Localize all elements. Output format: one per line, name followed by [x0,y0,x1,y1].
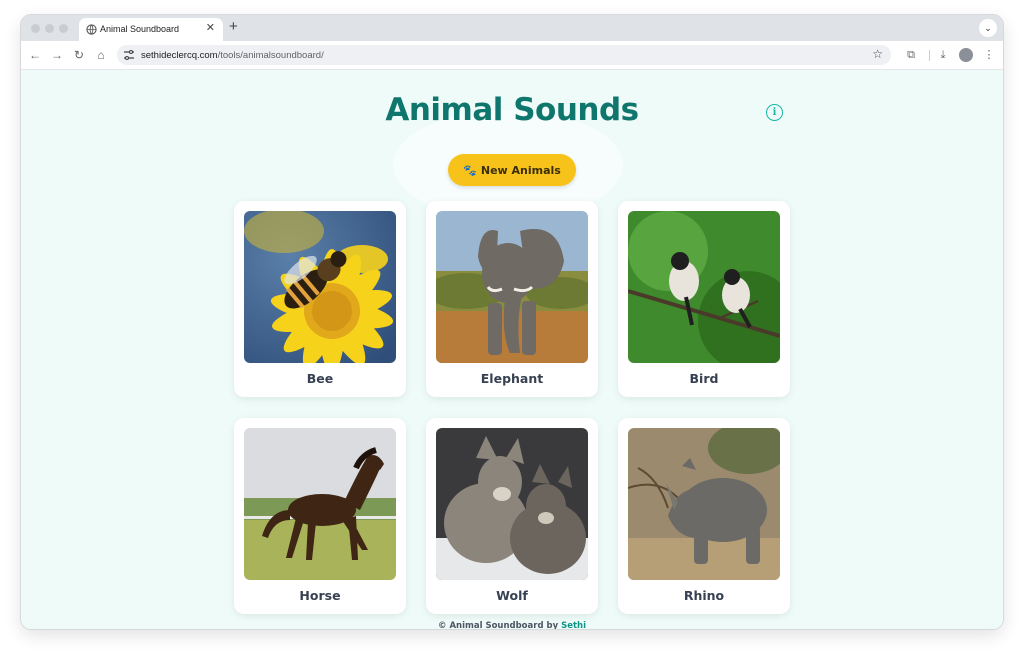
back-icon[interactable]: ← [27,47,43,63]
tab-title: Animal Soundboard [100,24,180,34]
animal-card-elephant[interactable]: Elephant [426,201,598,397]
close-tab-icon[interactable]: ✕ [206,22,215,34]
author-link[interactable]: Sethi [561,621,586,629]
profile-avatar[interactable] [959,48,973,62]
url-path: /tools/animalsoundboard/ [217,50,324,61]
browser-window: Animal Soundboard ✕ + ⌄ ← → ↻ ⌂ sethidec… [21,15,1003,629]
animal-name: Wolf [496,588,528,603]
browser-toolbar: ← → ↻ ⌂ sethideclercq.com/tools/animalso… [21,41,1003,70]
active-tab[interactable]: Animal Soundboard ✕ [79,18,223,41]
footer-text: © Animal Soundboard by [437,621,559,629]
minimize-window-dot[interactable] [45,24,54,33]
new-animals-label: New Animals [480,163,561,177]
animal-name: Bee [306,371,334,386]
globe-icon [86,24,97,35]
animal-card-rhino[interactable]: Rhino [618,418,790,614]
rhino-image [628,428,780,580]
menu-kebab-icon[interactable]: ⋮ [981,47,997,63]
animal-card-bird[interactable]: Bird [618,201,790,397]
bookmark-star-icon[interactable]: ☆ [872,47,883,61]
bee-image [244,211,396,363]
animal-name: Rhino [683,588,725,603]
maximize-window-dot[interactable] [59,24,68,33]
url-domain: sethideclercq.com [141,50,218,61]
animal-name: Horse [299,588,341,603]
download-icon[interactable]: ⤓ [935,47,951,63]
elephant-image [436,211,588,363]
forward-icon[interactable]: → [49,47,65,63]
close-window-dot[interactable] [31,24,40,33]
toolbar-divider [929,50,930,61]
wolf-image [436,428,588,580]
animal-card-bee[interactable]: Bee [234,201,406,397]
bird-image [628,211,780,363]
page-content: Animal Sounds i 🐾 New Animals Bee Elepha… [21,70,1003,629]
new-animals-button[interactable]: 🐾 New Animals [448,154,576,186]
new-tab-button[interactable]: + [229,18,238,36]
site-settings-icon[interactable] [123,49,135,61]
footer: © Animal Soundboard by Sethi [21,621,1003,629]
animal-card-horse[interactable]: Horse [234,418,406,614]
animal-card-wolf[interactable]: Wolf [426,418,598,614]
tab-search-icon[interactable]: ⌄ [979,19,997,37]
animal-name: Bird [689,371,719,386]
extensions-icon[interactable]: ⧉ [903,47,919,63]
address-bar[interactable]: sethideclercq.com/tools/animalsoundboard… [117,45,891,65]
page-title: Animal Sounds [385,92,639,128]
animal-name: Elephant [480,371,544,386]
url-text: sethideclercq.com/tools/animalsoundboard… [141,50,324,61]
home-icon[interactable]: ⌂ [93,47,109,63]
info-icon[interactable]: i [766,104,783,121]
tab-strip: Animal Soundboard ✕ + ⌄ [21,15,1003,41]
paw-icon: 🐾 [463,163,477,177]
reload-icon[interactable]: ↻ [71,47,87,63]
horse-image [244,428,396,580]
